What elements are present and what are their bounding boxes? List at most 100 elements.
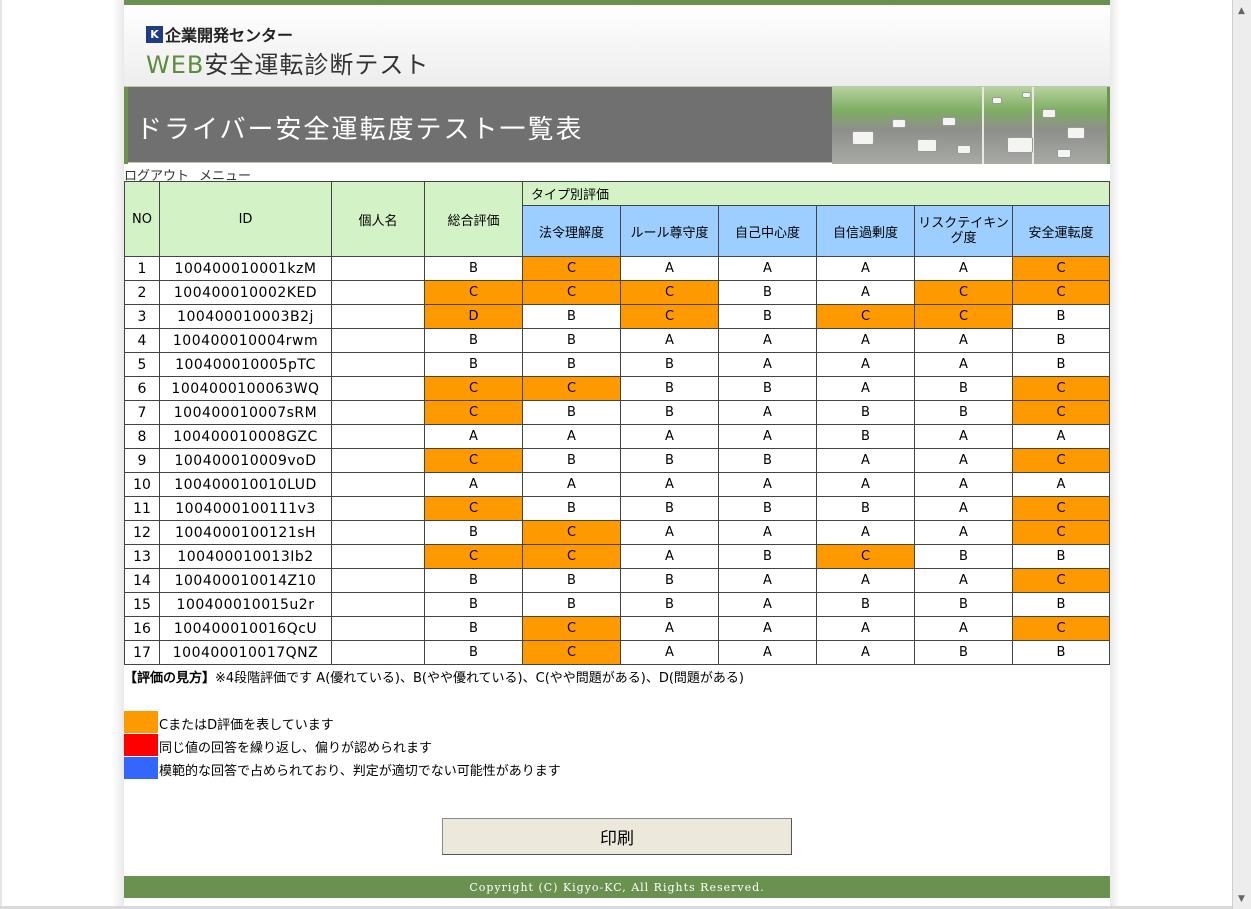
row-type-grade: A: [620, 544, 719, 569]
page-banner: ドライバー安全運転度テスト一覧表: [124, 86, 1110, 164]
col-header-no: NO: [124, 181, 160, 257]
row-no: 8: [124, 424, 160, 449]
row-id: 100400010013Ib2: [159, 544, 332, 569]
row-type-grade: C: [1012, 448, 1110, 473]
row-overall-grade: C: [424, 448, 523, 473]
row-type-grade: A: [620, 520, 719, 545]
row-type-grade: B: [914, 376, 1013, 401]
legend-swatch-orange: [124, 711, 158, 733]
table-row: 9 100400010009voD C B B B A A C: [124, 448, 1110, 473]
row-name: [331, 544, 425, 569]
row-id: 100400010002KED: [159, 280, 332, 305]
row-id: 1004000100063WQ: [159, 376, 332, 401]
car: [1022, 92, 1031, 98]
row-name: [331, 616, 425, 641]
col-header-type-1: 法令理解度: [522, 205, 621, 257]
row-overall-grade: B: [424, 520, 523, 545]
row-type-grade: A: [718, 424, 817, 449]
car: [1042, 109, 1056, 118]
row-type-grade: A: [718, 256, 817, 281]
row-type-grade: C: [816, 544, 915, 569]
car: [992, 97, 1002, 104]
row-no: 9: [124, 448, 160, 473]
table-row: 12 1004000100121sH B C A A A A C: [124, 520, 1110, 545]
vertical-scrollbar[interactable]: [1232, 0, 1251, 909]
row-type-grade: C: [816, 304, 915, 329]
row-type-grade: A: [816, 328, 915, 353]
banner-edge-left: [124, 87, 128, 164]
row-type-grade: B: [816, 592, 915, 617]
row-no: 12: [124, 520, 160, 545]
kc-logo-icon: K: [146, 25, 163, 43]
row-no: 10: [124, 472, 160, 497]
row-overall-grade: A: [424, 424, 523, 449]
app-title: WEB安全運転診断テスト: [146, 45, 429, 80]
legend-explanation: 【評価の見方】※4段階評価です A(優れている)、B(やや優れている)、C(やや…: [124, 667, 744, 686]
row-type-grade: B: [718, 448, 817, 473]
row-type-grade: A: [816, 520, 915, 545]
traffic-photo: [832, 87, 1107, 164]
row-overall-grade: C: [424, 496, 523, 521]
col-header-type-4: 自信過剰度: [816, 205, 915, 257]
row-no: 2: [124, 280, 160, 305]
scroll-up-arrow-icon[interactable]: ▲: [1233, 2, 1250, 19]
row-type-grade: B: [718, 304, 817, 329]
row-overall-grade: C: [424, 400, 523, 425]
row-type-grade: A: [914, 424, 1013, 449]
row-type-grade: A: [522, 472, 621, 497]
car: [942, 117, 956, 126]
row-type-grade: A: [1012, 472, 1110, 497]
table-row: 6 1004000100063WQ C C B B A B C: [124, 376, 1110, 401]
row-type-grade: B: [718, 496, 817, 521]
row-no: 16: [124, 616, 160, 641]
row-type-grade: B: [914, 640, 1013, 665]
car: [892, 119, 906, 128]
row-type-grade: A: [816, 616, 915, 641]
row-type-grade: C: [620, 304, 719, 329]
row-no: 1: [124, 256, 160, 281]
scroll-down-arrow-icon[interactable]: ▼: [1233, 890, 1250, 907]
row-type-grade: C: [1012, 616, 1110, 641]
print-button[interactable]: 印刷: [442, 818, 792, 855]
table-row: 13 100400010013Ib2 C C A B C B B: [124, 544, 1110, 569]
row-type-grade: A: [620, 328, 719, 353]
row-type-grade: A: [816, 352, 915, 377]
row-no: 5: [124, 352, 160, 377]
row-type-grade: B: [1012, 328, 1110, 353]
row-type-grade: B: [816, 496, 915, 521]
company-logo: K 企業開発センター: [146, 22, 293, 46]
company-name: 企業開発センター: [165, 26, 294, 45]
row-type-grade: C: [522, 640, 621, 665]
row-type-grade: A: [718, 400, 817, 425]
results-table: NO ID 個人名 総合評価 タイプ別評価 法令理解度 ルール尊守度 自己中心度…: [124, 181, 1110, 665]
row-type-grade: C: [522, 376, 621, 401]
legend-swatch-red: [124, 734, 158, 756]
row-type-grade: A: [914, 256, 1013, 281]
row-name: [331, 568, 425, 593]
copyright-footer: Copyright (C) Kigyo-KC, All Rights Reser…: [124, 876, 1110, 898]
row-id: 100400010009voD: [159, 448, 332, 473]
row-type-grade: A: [816, 376, 915, 401]
row-type-grade: B: [816, 400, 915, 425]
row-type-grade: B: [620, 496, 719, 521]
row-overall-grade: A: [424, 472, 523, 497]
row-type-grade: B: [914, 592, 1013, 617]
legend-swatch-blue: [124, 757, 158, 779]
row-type-grade: A: [1012, 424, 1110, 449]
row-type-grade: B: [1012, 352, 1110, 377]
row-name: [331, 352, 425, 377]
row-overall-grade: C: [424, 280, 523, 305]
row-type-grade: A: [914, 472, 1013, 497]
table-row: 4 100400010004rwm B B A A A A B: [124, 328, 1110, 353]
car: [1007, 137, 1033, 153]
row-overall-grade: B: [424, 328, 523, 353]
row-no: 11: [124, 496, 160, 521]
table-row: 14 100400010014Z10 B B B A A A C: [124, 568, 1110, 593]
row-overall-grade: C: [424, 376, 523, 401]
legend-label-blue: 模範的な回答で占められており、判定が適切でない可能性があります: [159, 764, 561, 779]
row-name: [331, 424, 425, 449]
row-type-grade: B: [620, 352, 719, 377]
row-type-grade: C: [1012, 280, 1110, 305]
row-type-grade: C: [914, 304, 1013, 329]
row-type-grade: B: [718, 280, 817, 305]
